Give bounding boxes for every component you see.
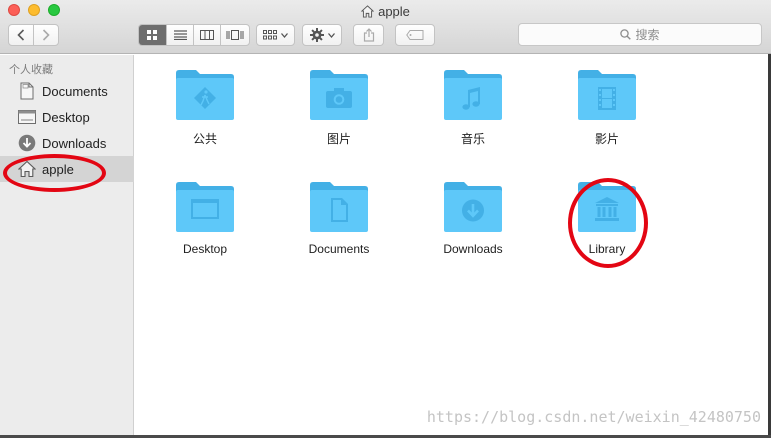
column-view-icon: [200, 30, 214, 40]
action-button[interactable]: [302, 24, 342, 46]
folder-icon: [444, 182, 502, 232]
folder-icon: [578, 70, 636, 120]
sidebar-item-label: Desktop: [42, 109, 90, 125]
camera-icon: [326, 88, 352, 108]
back-button[interactable]: [9, 25, 34, 45]
folder-desktop[interactable]: Desktop: [150, 181, 260, 281]
folder-icon: [444, 70, 502, 120]
folder-movies[interactable]: 影片: [552, 69, 662, 169]
chevron-left-icon: [17, 29, 24, 41]
window-title: apple: [0, 3, 771, 19]
download-icon: [462, 199, 484, 222]
folder-downloads[interactable]: Downloads: [418, 181, 528, 281]
annotation-circle-sidebar-apple: [3, 154, 106, 192]
folder-label: 影片: [594, 132, 619, 146]
folder-icon: [176, 70, 234, 120]
view-mode-selector: [138, 24, 250, 46]
chevron-down-icon: [281, 32, 288, 38]
sidebar-item-documents[interactable]: Documents: [0, 78, 134, 104]
list-view-icon: [173, 30, 187, 40]
home-icon: [361, 4, 375, 18]
finder-window: apple 搜索 个人收藏 Documents Desktop Download…: [0, 0, 771, 438]
chevron-down-icon: [327, 32, 335, 38]
sidebar-item-label: Documents: [42, 83, 108, 99]
folder-label: 音乐: [460, 132, 485, 146]
search-placeholder: 搜索: [635, 28, 660, 42]
folder-label: 公共: [192, 132, 217, 146]
arrange-grid-icon: [263, 30, 277, 40]
title-bar: apple 搜索: [0, 0, 771, 54]
share-button[interactable]: [353, 24, 384, 46]
window-title-text: apple: [378, 3, 410, 19]
list-view-button[interactable]: [167, 25, 194, 45]
cover-flow-view-button[interactable]: [221, 25, 249, 45]
film-icon: [598, 87, 616, 110]
folder-label: 图片: [326, 132, 351, 146]
edit-tags-button[interactable]: [395, 24, 435, 46]
folder-icon: [310, 70, 368, 120]
sidebar-item-desktop[interactable]: Desktop: [0, 104, 134, 130]
folder-label: Desktop: [182, 242, 228, 256]
chevron-right-icon: [42, 29, 50, 41]
arrange-button[interactable]: [256, 24, 295, 46]
folder-music[interactable]: 音乐: [418, 69, 528, 169]
navigation-buttons: [8, 24, 59, 46]
folder-label: Downloads: [443, 242, 503, 256]
folder-documents[interactable]: Documents: [284, 181, 394, 281]
cover-flow-view-icon: [226, 30, 244, 40]
folder-label: Documents: [308, 242, 370, 256]
gear-icon: [309, 28, 324, 42]
search-field[interactable]: 搜索: [518, 23, 762, 46]
sidebar-item-label: Downloads: [42, 135, 107, 151]
folder-pictures[interactable]: 图片: [284, 69, 394, 169]
icon-view-button[interactable]: [139, 25, 167, 45]
document-icon: [331, 198, 348, 222]
folder-grid: 公共 图片 音乐 影片 Desktop Documents Downloads …: [135, 55, 771, 438]
desktop-icon: [18, 108, 36, 126]
sidebar: 个人收藏 Documents Desktop Downloads apple: [0, 55, 134, 438]
folder-icon: [310, 182, 368, 232]
forward-button[interactable]: [34, 25, 58, 45]
annotation-circle-library: [568, 178, 648, 268]
watermark-text: https://blog.csdn.net/weixin_42480750: [426, 408, 761, 426]
desktop-icon: [191, 199, 219, 219]
folder-public[interactable]: 公共: [150, 69, 260, 169]
folder-icon: [176, 182, 234, 232]
share-icon: [363, 28, 374, 42]
document-icon: [18, 82, 36, 100]
icon-view-icon: [147, 29, 157, 40]
search-icon: [620, 29, 632, 40]
column-view-button[interactable]: [194, 25, 221, 45]
download-icon: [18, 134, 36, 152]
tag-icon: [406, 30, 424, 40]
sidebar-item-downloads[interactable]: Downloads: [0, 130, 134, 156]
sidebar-heading-favorites: 个人收藏: [9, 64, 53, 76]
